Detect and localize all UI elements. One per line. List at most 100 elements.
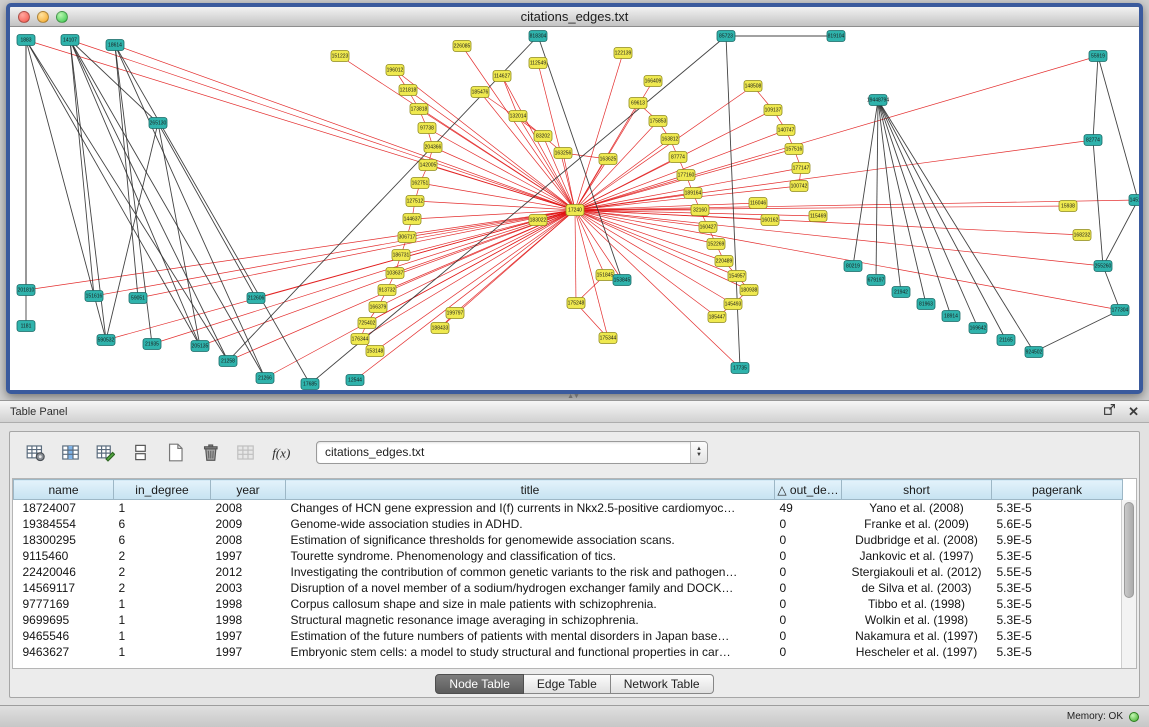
table-cell[interactable]: Genome-wide association studies in ADHD. [286, 516, 775, 532]
table-cell[interactable]: 0 [775, 644, 842, 660]
graph-node[interactable]: 163625 [599, 154, 617, 165]
table-cell[interactable]: 6 [114, 516, 211, 532]
graph-node[interactable]: 18914 [942, 311, 960, 322]
graph-node[interactable]: 183022 [529, 215, 547, 226]
table-cell[interactable]: 6 [114, 532, 211, 548]
graph-node[interactable]: 80219 [844, 261, 862, 272]
network-canvas[interactable]: 1724015122319601212181817381897738204366… [10, 28, 1139, 390]
table-cell[interactable]: Stergiakouli et al. (2012) [842, 564, 992, 580]
table-cell[interactable]: 0 [775, 628, 842, 644]
graph-node[interactable]: 177147 [792, 163, 810, 174]
table-cell[interactable]: 22420046 [14, 564, 114, 580]
rows-icon[interactable] [127, 439, 153, 465]
table-cell[interactable]: 5.3E-5 [992, 644, 1123, 660]
graph-node[interactable]: 173818 [410, 104, 428, 115]
graph-node[interactable]: 82774 [1084, 135, 1102, 146]
graph-node[interactable]: 81963 [917, 299, 935, 310]
graph-edge[interactable] [575, 200, 1138, 210]
graph-node[interactable]: 169642 [969, 323, 987, 334]
graph-node[interactable]: 160162 [761, 215, 779, 226]
graph-edge[interactable] [1103, 200, 1138, 266]
graph-edge[interactable] [502, 76, 518, 116]
graph-edge[interactable] [26, 210, 575, 290]
graph-edge[interactable] [878, 100, 926, 304]
graph-node[interactable]: 180938 [740, 285, 758, 296]
table-cell[interactable]: 0 [775, 612, 842, 628]
graph-node[interactable]: 17735 [731, 363, 749, 374]
graph-edge[interactable] [70, 40, 265, 378]
column-header-0[interactable]: name [14, 480, 114, 500]
table-row[interactable]: 911546021997Tourette syndrome. Phenomeno… [14, 548, 1123, 564]
graph-node[interactable]: 151845 [596, 270, 614, 281]
graph-node[interactable]: 265130 [149, 118, 167, 129]
graph-node[interactable]: 115469 [809, 211, 827, 222]
graph-edge[interactable] [419, 109, 575, 210]
graph-node[interactable]: 18614 [106, 40, 124, 51]
column-header-1[interactable]: in_degree [114, 480, 211, 500]
graph-node[interactable]: 818304 [529, 31, 547, 42]
graph-node[interactable]: 163812 [661, 134, 679, 145]
graph-node[interactable]: 205135 [191, 341, 209, 352]
table-cell[interactable]: Tibbo et al. (1998) [842, 596, 992, 612]
table-cell[interactable]: 2012 [211, 564, 286, 580]
graph-edge[interactable] [575, 206, 1068, 210]
table-row[interactable]: 1872400712008Changes of HCN gene express… [14, 500, 1123, 516]
graph-edge[interactable] [158, 123, 256, 298]
table-cell[interactable]: Structural magnetic resonance image aver… [286, 612, 775, 628]
graph-node[interactable]: 97738 [418, 123, 436, 134]
table-cell[interactable]: 5.3E-5 [992, 596, 1123, 612]
graph-edge[interactable] [575, 210, 740, 368]
graph-edge[interactable] [726, 36, 740, 368]
graph-node[interactable]: 185447 [708, 312, 726, 323]
graph-node[interactable]: 17685 [301, 379, 319, 390]
graph-node[interactable]: 152269 [707, 239, 725, 250]
graph-node[interactable]: 21942 [892, 287, 910, 298]
graph-node[interactable]: 148508 [744, 81, 762, 92]
table-cell[interactable]: Estimation of the future numbers of pati… [286, 628, 775, 644]
table-cell[interactable]: 1997 [211, 644, 286, 660]
table-cell[interactable]: 1997 [211, 628, 286, 644]
graph-edge[interactable] [575, 210, 1120, 310]
new-table-icon[interactable] [162, 439, 188, 465]
table-cell[interactable]: 1 [114, 500, 211, 516]
graph-node[interactable]: 1181 [17, 321, 35, 332]
graph-edge[interactable] [575, 210, 605, 275]
graph-node[interactable]: 17240 [566, 205, 584, 216]
graph-node[interactable]: 175853 [649, 116, 667, 127]
table-cell[interactable]: Hescheler et al. (1997) [842, 644, 992, 660]
graph-node[interactable]: 924502 [1025, 347, 1043, 358]
graph-node[interactable]: 154957 [728, 271, 746, 282]
table-cell[interactable]: Estimation of significance thresholds fo… [286, 532, 775, 548]
table-cell[interactable]: Nakamura et al. (1997) [842, 628, 992, 644]
table-cell[interactable]: 0 [775, 564, 842, 580]
tab-node-table[interactable]: Node Table [435, 674, 524, 694]
delete-table-icon[interactable] [197, 439, 223, 465]
graph-node[interactable]: 19448794 [867, 95, 889, 106]
graph-node[interactable]: 168232 [1073, 230, 1091, 241]
graph-node[interactable]: 145493 [724, 299, 742, 310]
table-cell[interactable]: Disruption of a novel member of a sodium… [286, 580, 775, 596]
graph-node[interactable]: 145183 [1129, 195, 1139, 206]
table-cell[interactable]: 9465546 [14, 628, 114, 644]
graph-node[interactable]: 153148 [366, 346, 384, 357]
table-cell[interactable]: 2 [114, 564, 211, 580]
table-cell[interactable]: 14569117 [14, 580, 114, 596]
graph-node[interactable]: 114627 [493, 71, 511, 82]
table-cell[interactable]: 5.3E-5 [992, 500, 1123, 516]
graph-node[interactable]: 103637 [386, 268, 404, 279]
table-cell[interactable]: de Silva et al. (2003) [842, 580, 992, 596]
graph-node[interactable]: 175248 [567, 298, 585, 309]
graph-node[interactable]: 185476 [471, 87, 489, 98]
graph-node[interactable]: 186731 [392, 250, 410, 261]
graph-node[interactable]: 201810 [17, 285, 35, 296]
table-cell[interactable]: Wolkin et al. (1998) [842, 612, 992, 628]
graph-node[interactable]: 144637 [403, 214, 421, 225]
table-cell[interactable]: 5.6E-5 [992, 516, 1123, 532]
table-cell[interactable]: 2008 [211, 500, 286, 516]
graph-node[interactable]: 87774 [669, 152, 687, 163]
graph-node[interactable]: 21935 [143, 339, 161, 350]
table-cell[interactable]: 19384554 [14, 516, 114, 532]
graph-node[interactable]: 166409 [644, 76, 662, 87]
graph-node[interactable]: 196012 [386, 65, 404, 76]
column-header-5[interactable]: short [842, 480, 992, 500]
